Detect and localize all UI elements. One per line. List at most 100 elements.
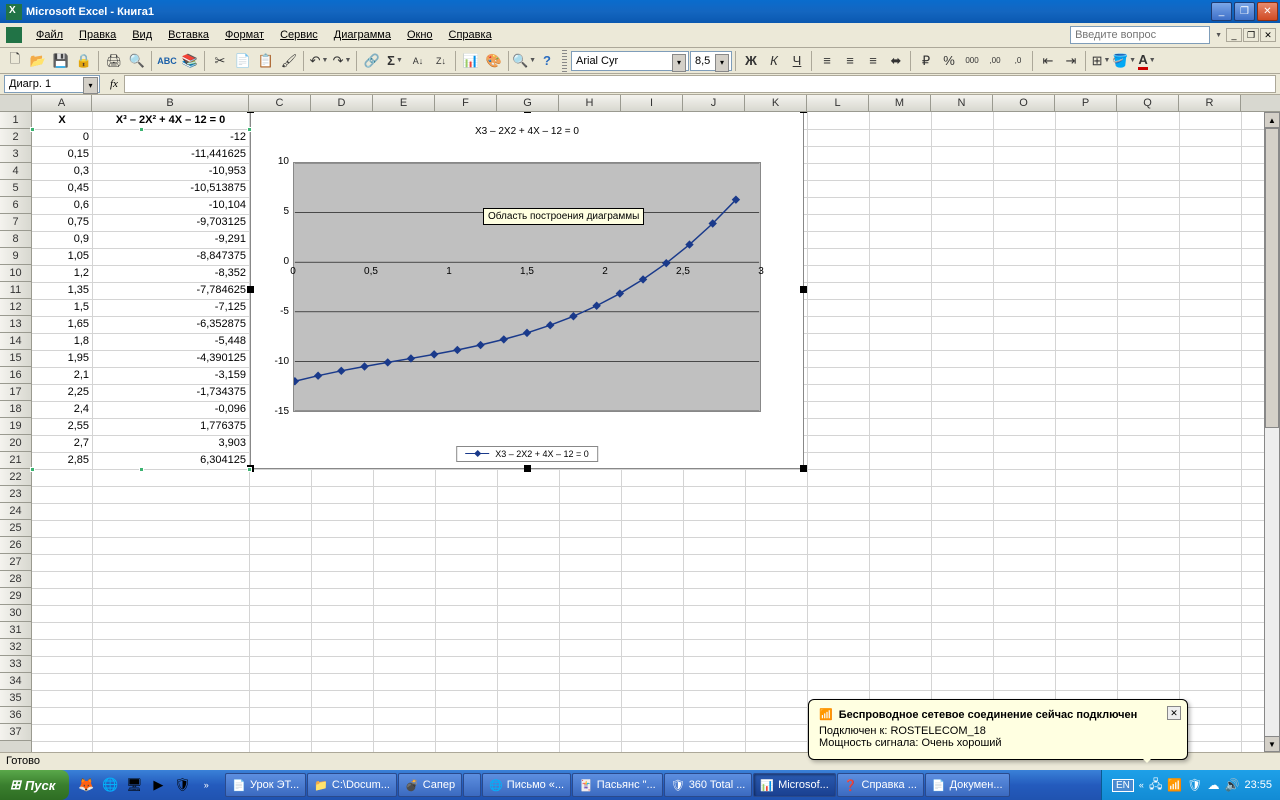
column-header-E[interactable]: E [373, 95, 435, 111]
align-right-button[interactable]: ≡ [862, 50, 884, 72]
spellcheck-button[interactable]: ABC [156, 50, 178, 72]
menu-chart[interactable]: Диаграмма [326, 26, 399, 44]
print-button[interactable]: 🖨 [103, 50, 125, 72]
cell-B3[interactable]: -11,441625 [92, 146, 249, 163]
help-dropdown-icon[interactable]: ▼ [1214, 32, 1222, 39]
cell-A12[interactable]: 1,5 [32, 299, 92, 316]
cell-A11[interactable]: 1,35 [32, 282, 92, 299]
row-header-20[interactable]: 20 [0, 435, 31, 452]
increase-decimal-button[interactable]: ,00 [984, 50, 1006, 72]
cell-A1[interactable]: X [32, 112, 92, 129]
chart-legend[interactable]: X3 – 2X2 + 4X – 12 = 0 [456, 446, 598, 462]
taskbar-task-5[interactable]: 🃏Пасьянс "... [572, 773, 663, 797]
menu-window[interactable]: Окно [399, 26, 441, 44]
minimize-button[interactable]: _ [1211, 2, 1232, 21]
cell-B12[interactable]: -7,125 [92, 299, 249, 316]
tray-volume-icon[interactable]: 🔊 [1225, 778, 1240, 792]
cell-A7[interactable]: 0,75 [32, 214, 92, 231]
menu-insert[interactable]: Вставка [160, 26, 217, 44]
row-header-12[interactable]: 12 [0, 299, 31, 316]
row-header-18[interactable]: 18 [0, 401, 31, 418]
align-center-button[interactable]: ≡ [839, 50, 861, 72]
help-button[interactable]: ? [536, 50, 558, 72]
taskbar-task-7[interactable]: 📊Microsof... [753, 773, 835, 797]
column-header-B[interactable]: B [92, 95, 249, 111]
cell-B7[interactable]: -9,703125 [92, 214, 249, 231]
chart-title[interactable]: X3 – 2X2 + 4X – 12 = 0 [251, 126, 803, 137]
vscroll-track[interactable] [1264, 128, 1280, 736]
menu-edit[interactable]: Правка [71, 26, 124, 44]
cell-A18[interactable]: 2,4 [32, 401, 92, 418]
row-header-15[interactable]: 15 [0, 350, 31, 367]
maximize-button[interactable]: ❐ [1234, 2, 1255, 21]
cell-A21[interactable]: 2,85 [32, 452, 92, 469]
ql-desktop-icon[interactable]: 🖥 [123, 774, 145, 796]
row-header-22[interactable]: 22 [0, 469, 31, 486]
doc-close-button[interactable]: ✕ [1260, 28, 1276, 42]
cell-B4[interactable]: -10,953 [92, 163, 249, 180]
redo-button[interactable]: ↷▼ [331, 50, 353, 72]
underline-button[interactable]: Ч [786, 50, 808, 72]
row-header-35[interactable]: 35 [0, 690, 31, 707]
row-header-30[interactable]: 30 [0, 605, 31, 622]
chart-wizard-button[interactable]: 📊 [460, 50, 482, 72]
column-header-O[interactable]: O [993, 95, 1055, 111]
cell-A15[interactable]: 1,95 [32, 350, 92, 367]
cell-A20[interactable]: 2,7 [32, 435, 92, 452]
cell-B8[interactable]: -9,291 [92, 231, 249, 248]
cell-B9[interactable]: -8,847375 [92, 248, 249, 265]
row-header-32[interactable]: 32 [0, 639, 31, 656]
column-header-K[interactable]: K [745, 95, 807, 111]
row-header-29[interactable]: 29 [0, 588, 31, 605]
row-header-13[interactable]: 13 [0, 316, 31, 333]
align-left-button[interactable]: ≡ [816, 50, 838, 72]
range-handle[interactable] [30, 127, 35, 132]
open-button[interactable]: 📂 [27, 50, 49, 72]
row-header-6[interactable]: 6 [0, 197, 31, 214]
cell-A5[interactable]: 0,45 [32, 180, 92, 197]
cell-B1[interactable]: X³ – 2X² + 4X – 12 = 0 [92, 112, 249, 129]
fx-icon[interactable]: fx [110, 78, 118, 90]
comma-button[interactable]: 000 [961, 50, 983, 72]
scroll-down-button[interactable]: ▼ [1264, 736, 1280, 752]
toolbar-grip[interactable] [562, 50, 567, 72]
cell-A4[interactable]: 0,3 [32, 163, 92, 180]
row-header-27[interactable]: 27 [0, 554, 31, 571]
row-header-23[interactable]: 23 [0, 486, 31, 503]
chart-resize-handle[interactable] [524, 465, 531, 472]
column-header-Q[interactable]: Q [1117, 95, 1179, 111]
hyperlink-button[interactable]: 🔗 [361, 50, 383, 72]
cell-B2[interactable]: -12 [92, 129, 249, 146]
permission-button[interactable]: 🔒 [73, 50, 95, 72]
font-size-combo[interactable]: 8,5 [690, 51, 732, 71]
wifi-notification-balloon[interactable]: ✕ 📶Беспроводное сетевое соединение сейча… [808, 699, 1188, 760]
cell-B6[interactable]: -10,104 [92, 197, 249, 214]
new-button[interactable]: 🗋 [4, 50, 26, 72]
zoom-button[interactable]: 🔍▼ [513, 50, 535, 72]
undo-button[interactable]: ↶▼ [308, 50, 330, 72]
range-handle[interactable] [30, 467, 35, 472]
row-header-1[interactable]: 1 [0, 112, 31, 129]
paste-button[interactable]: 📋 [255, 50, 277, 72]
cells-area[interactable]: X3 – 2X2 + 4X – 12 = 0 Область построени… [32, 112, 1280, 752]
drawing-toolbar-button[interactable]: 🎨 [483, 50, 505, 72]
column-header-G[interactable]: G [497, 95, 559, 111]
taskbar-task-0[interactable]: 📄Урок ЭТ... [225, 773, 306, 797]
increase-indent-button[interactable]: ⇥ [1060, 50, 1082, 72]
column-header-P[interactable]: P [1055, 95, 1117, 111]
merge-center-button[interactable]: ⬌ [885, 50, 907, 72]
tray-360-icon[interactable]: 🛡 [1187, 778, 1202, 792]
ql-security-icon[interactable]: 🛡 [171, 774, 193, 796]
row-header-11[interactable]: 11 [0, 282, 31, 299]
ql-media-icon[interactable]: ▶ [147, 774, 169, 796]
chart-plot-area[interactable] [293, 162, 761, 412]
taskbar-task-6[interactable]: 🛡360 Total ... [664, 773, 753, 797]
column-header-H[interactable]: H [559, 95, 621, 111]
workbook-icon[interactable] [6, 27, 22, 43]
column-header-N[interactable]: N [931, 95, 993, 111]
row-header-17[interactable]: 17 [0, 384, 31, 401]
chart-resize-handle[interactable] [524, 112, 531, 113]
borders-button[interactable]: ⊞▼ [1090, 50, 1112, 72]
format-painter-button[interactable]: 🖌 [278, 50, 300, 72]
row-header-36[interactable]: 36 [0, 707, 31, 724]
